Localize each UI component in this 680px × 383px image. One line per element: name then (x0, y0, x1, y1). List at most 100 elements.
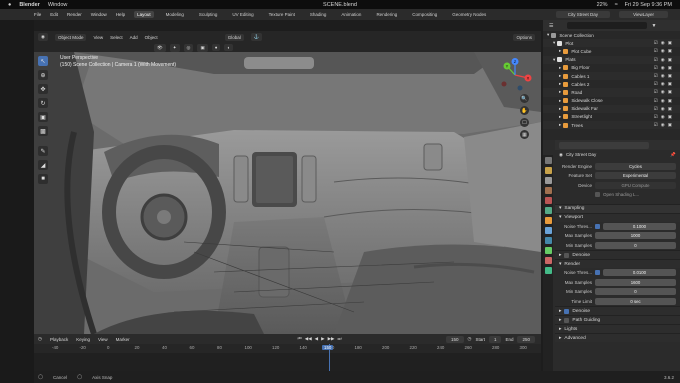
timeline-editor-icon[interactable]: ◷ (38, 336, 42, 342)
chevron-icon[interactable]: ▸ (559, 106, 561, 112)
exclude-checkbox-icon[interactable]: ☑ (654, 73, 658, 79)
outliner-type-icon[interactable]: ☰ (549, 23, 553, 29)
physics-tab-icon[interactable] (544, 247, 552, 254)
menu-help[interactable]: Help (116, 12, 125, 17)
outliner-row[interactable]: ▾ Scene Collection (543, 31, 680, 39)
eye-icon[interactable]: ◉ (661, 48, 665, 54)
outliner-row[interactable]: ▸ Cables 1 ☑ ◉ ▣ (543, 71, 680, 81)
render-camera-icon[interactable]: ▣ (668, 122, 672, 128)
tab-shading[interactable]: Shading (307, 11, 330, 18)
eye-icon[interactable]: ◉ (661, 73, 665, 79)
editor-type-icon[interactable]: ◉ (38, 33, 48, 41)
chevron-icon[interactable]: ▸ (559, 81, 561, 87)
render-camera-icon[interactable]: ▣ (668, 89, 672, 95)
tab-animation[interactable]: Animation (338, 11, 364, 18)
modifier-tab-icon[interactable] (544, 227, 552, 234)
eye-icon[interactable]: ◉ (661, 65, 665, 71)
outliner-row[interactable]: ▸ Big Floor ☑ ◉ ▣ (543, 64, 680, 72)
tab-rendering[interactable]: Rendering (373, 11, 400, 18)
exclude-checkbox-icon[interactable]: ☑ (654, 106, 658, 112)
eye-icon[interactable]: ◉ (661, 57, 665, 63)
outliner-search-input[interactable] (567, 22, 648, 29)
shading-solid-icon[interactable]: ● (211, 44, 221, 51)
data-tab-icon[interactable] (544, 267, 552, 274)
viewport-denoise-checkbox[interactable] (564, 252, 570, 258)
menu-add[interactable]: Add (130, 35, 138, 40)
tab-sculpting[interactable]: Sculpting (196, 11, 221, 18)
chevron-icon[interactable]: ▸ (559, 48, 561, 54)
tab-modeling[interactable]: Modeling (163, 11, 187, 18)
overlay-icon[interactable]: ◎ (183, 43, 194, 52)
outliner-row[interactable]: ▸ Road ☑ ◉ ▣ (543, 88, 680, 97)
menu-marker[interactable]: Marker (116, 337, 130, 342)
menu-keying[interactable]: Keying (76, 337, 90, 342)
pan-hand-icon[interactable]: ✋ (520, 106, 529, 115)
render-camera-icon[interactable]: ▣ (668, 65, 672, 71)
outliner-row[interactable]: ▸ Cables 2 ☑ ◉ ▣ (543, 80, 680, 88)
zoom-icon[interactable]: 🔍 (520, 94, 529, 103)
eye-icon[interactable]: ◉ (661, 122, 665, 128)
path-guiding-subsection[interactable]: ▸ Path Guiding (555, 315, 680, 324)
chevron-icon[interactable]: ▾ (547, 32, 549, 38)
render-camera-icon[interactable]: ▣ (668, 106, 672, 112)
navigation-gizmo[interactable]: X Y Z (498, 58, 532, 92)
play-icon[interactable]: ▶ (321, 336, 324, 342)
eye-icon[interactable]: ◉ (661, 81, 665, 87)
outliner-row[interactable]: ▾ Plats ☑ ◉ ▣ (543, 55, 680, 64)
pin-icon[interactable]: 📌 (670, 152, 676, 158)
chevron-icon[interactable]: ▸ (559, 73, 561, 79)
tab-layout[interactable]: Layout (134, 11, 154, 18)
camera-icon[interactable]: ☐ (520, 118, 529, 127)
tab-uv-editing[interactable]: UV Editing (229, 11, 256, 18)
render-camera-icon[interactable]: ▣ (668, 114, 672, 120)
max-samples-field[interactable]: 1000 (595, 232, 676, 240)
annotate-tool-icon[interactable]: ✎ (38, 146, 48, 156)
mode-dropdown[interactable]: Object Mode (54, 33, 87, 41)
device-dropdown[interactable]: GPU Compute (595, 181, 676, 189)
particles-tab-icon[interactable] (544, 237, 552, 244)
constraints-tab-icon[interactable] (544, 257, 552, 264)
render-engine-dropdown[interactable]: Cycles (595, 162, 676, 170)
path-guiding-checkbox[interactable] (564, 317, 570, 323)
options-dropdown[interactable]: Options (513, 33, 535, 41)
timeline-tracks[interactable] (34, 353, 541, 371)
filter-icon[interactable]: ▼ (651, 23, 656, 29)
exclude-checkbox-icon[interactable]: ☑ (654, 122, 658, 128)
object-tab-icon[interactable] (544, 217, 552, 224)
rotate-tool-icon[interactable]: ↻ (38, 98, 48, 108)
xray-icon[interactable]: ▣ (197, 43, 208, 52)
render-denoise-subsection[interactable]: ▸ Denoise (555, 306, 680, 315)
render-subsection[interactable]: ▾ Render (555, 259, 680, 268)
props-search-input[interactable] (559, 141, 649, 149)
start-frame-field[interactable]: 1 (488, 335, 502, 343)
render-camera-icon[interactable]: ▣ (668, 73, 672, 79)
tool-tab-icon[interactable] (544, 157, 552, 164)
wifi-icon[interactable]: ≈ (615, 2, 618, 8)
exclude-checkbox-icon[interactable]: ☑ (654, 48, 658, 54)
cursor-tool-icon[interactable]: ⊕ (38, 70, 48, 80)
3d-viewport[interactable] (34, 52, 541, 334)
chevron-icon[interactable]: ▸ (559, 122, 561, 128)
end-frame-field[interactable]: 250 (517, 335, 535, 343)
chevron-icon[interactable]: ▸ (559, 65, 561, 71)
transform-tool-icon[interactable]: ▩ (38, 126, 48, 136)
menu-render[interactable]: Render (67, 12, 82, 17)
exclude-checkbox-icon[interactable]: ☑ (654, 57, 658, 63)
chevron-icon[interactable]: ▾ (553, 57, 555, 63)
jump-end-icon[interactable]: ⏭ (338, 336, 342, 342)
grid-icon[interactable]: ▦ (520, 130, 529, 139)
eye-icon[interactable]: ◉ (661, 98, 665, 104)
time-limit-field[interactable]: 0 sec (595, 297, 676, 305)
gizmo-icon[interactable]: ✦ (169, 43, 180, 52)
playhead-frame-label[interactable]: 150 (322, 345, 334, 350)
outliner-row[interactable]: ▸ Plot Cube ☑ ◉ ▣ (543, 47, 680, 55)
measure-tool-icon[interactable]: ◢ (38, 160, 48, 170)
render-min-field[interactable]: 0 (595, 288, 676, 296)
chevron-icon[interactable]: ▸ (559, 89, 561, 95)
feature-set-dropdown[interactable]: Experimental (595, 172, 676, 180)
render-camera-icon[interactable]: ▣ (668, 48, 672, 54)
eye-icon[interactable]: ◉ (661, 106, 665, 112)
exclude-checkbox-icon[interactable]: ☑ (654, 114, 658, 120)
world-tab-icon[interactable] (544, 207, 552, 214)
select-tool-icon[interactable]: ↖ (38, 56, 48, 66)
